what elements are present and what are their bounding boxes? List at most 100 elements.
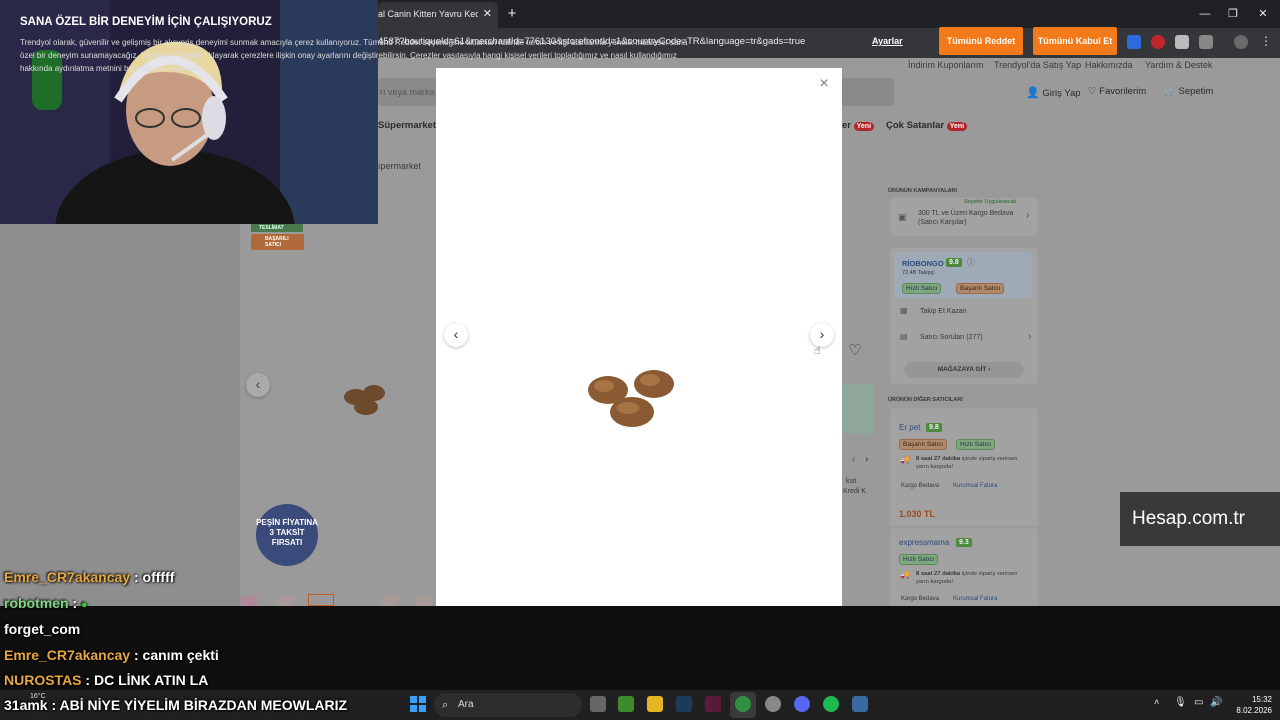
shield-icon[interactable] — [1175, 35, 1189, 49]
chevron-right-icon[interactable]: › — [865, 454, 868, 465]
app-icon[interactable] — [765, 696, 781, 712]
campaign-tag: Sepette Uygulanacak — [964, 199, 1017, 205]
seller-questions[interactable]: Satıcı Soruları (277) — [920, 334, 983, 341]
top-link[interactable]: Yardım & Destek — [1145, 60, 1212, 70]
chat-line: Emre_CR7akancay : canım çekti — [4, 647, 219, 663]
info-icon[interactable]: ⓘ — [967, 257, 975, 268]
seller-name[interactable]: Er pet — [899, 423, 920, 432]
shipping-info: 8 saat 27 dakika içinde sipariş verirsen… — [916, 456, 1018, 470]
login-link[interactable]: 👤 Giriş Yap — [1026, 86, 1081, 99]
seller-score: 9.8 — [926, 423, 942, 432]
volume-icon[interactable]: 🔊 — [1210, 697, 1222, 708]
nav-item[interactable]: er Yeni — [842, 120, 875, 131]
seller-name[interactable]: expressmama — [899, 538, 949, 547]
thumbnail[interactable] — [278, 596, 294, 606]
success-badge: BAŞARILI SATICI — [251, 234, 304, 250]
emote-icon: ● — [81, 599, 88, 611]
top-link[interactable]: Trendyol'da Satış Yap — [994, 60, 1081, 70]
extension-icon[interactable] — [1151, 35, 1165, 49]
cursor-icon: ☝ — [814, 345, 821, 357]
seller-score: 9.8 — [946, 258, 962, 267]
menu-icon[interactable]: ⋮ — [1260, 34, 1272, 48]
minimize-button[interactable]: — — [1194, 4, 1216, 24]
campaign-header: ÜRÜNÜN KAMPANYALARI — [888, 188, 958, 194]
seller-pill: Başarılı Satıcı — [899, 439, 948, 450]
seller-followers: 72,4B Takipçi — [902, 270, 935, 276]
restore-button[interactable]: ❐ — [1222, 4, 1244, 24]
app-icon[interactable] — [705, 696, 721, 712]
new-tab-button[interactable]: + — [504, 4, 520, 24]
favorites-link[interactable]: ♡ Favorilerim — [1088, 86, 1146, 97]
free-shipping-tag: Kargo Bedava — [901, 596, 940, 602]
campaign-text: 300 TL ve Üzeri Kargo Bedava (Satıcı Kar… — [918, 210, 1014, 226]
tab-title: al Canin Kitten Yavru Kedi M — [378, 9, 478, 19]
other-seller-card[interactable]: expressmama 9.3 Hızlı Satıcı 🚚 8 saat 27… — [890, 528, 1038, 606]
cart-icon: 🛒 — [1164, 86, 1176, 97]
truck-icon: 🚚 — [900, 455, 910, 464]
windows-start-icon[interactable] — [410, 696, 426, 712]
cookie-settings-link[interactable]: Ayarlar — [872, 36, 903, 46]
new-badge: Yeni — [853, 122, 875, 131]
top-link[interactable]: Hakkımızda — [1085, 60, 1133, 70]
taskview-icon[interactable] — [590, 696, 606, 712]
go-store-button[interactable]: MAĞAZAYA GİT › — [904, 362, 1024, 378]
favorite-heart-icon[interactable]: ♡ — [844, 340, 866, 362]
seller-pill: Hızlı Satıcı — [956, 439, 996, 450]
nav-bestsellers[interactable]: Çok Satanlar Yeni — [886, 120, 968, 131]
seller-pill: Hızlı Satıcı — [899, 554, 939, 565]
cookie-title: SANA ÖZEL BİR DENEYİM İÇİN ÇALIŞIYORUZ — [20, 16, 272, 28]
success-seller-pill: Başarılı Satıcı — [956, 283, 1005, 294]
shipping-info: 8 saat 27 dakika içinde sipariş verirsen… — [916, 571, 1018, 585]
truck-icon: 🚚 — [900, 570, 910, 579]
close-icon[interactable]: × — [816, 76, 832, 92]
delivery-badge: TESLİMAT — [251, 224, 303, 232]
browser-tab[interactable]: al Canin Kitten Yavru Kedi M ✕ — [378, 2, 498, 28]
thumbnail[interactable] — [416, 596, 432, 606]
chat-line: NUROSTAS : DC LİNK ATIN LA — [4, 672, 209, 688]
campaign-card[interactable]: Sepette Uygulanacak ▣ 300 TL ve Üzeri Ka… — [890, 198, 1038, 236]
chrome-icon[interactable] — [735, 696, 751, 712]
network-icon[interactable]: ▭ — [1194, 697, 1203, 708]
webcam-overlay — [0, 0, 378, 224]
other-seller-card[interactable]: Er pet 9.8 Başarılı Satıcı Hızlı Satıcı … — [890, 408, 1038, 526]
product-image — [580, 360, 688, 440]
tray-chevron-icon[interactable]: ˄ — [1154, 697, 1159, 707]
thumbnail[interactable] — [242, 596, 258, 606]
mic-icon[interactable]: 🎙 — [1174, 697, 1187, 708]
cart-link[interactable]: 🛒 Sepetim — [1164, 86, 1213, 97]
accept-all-button[interactable]: Tümünü Kabul Et — [1033, 27, 1117, 55]
chat-line: Emre_CR7akancay : offfff — [4, 569, 175, 585]
spotify-icon[interactable] — [823, 696, 839, 712]
taskbar-clock[interactable]: 15:32 8.02.2026 — [1222, 694, 1272, 716]
invoice-tag: Kurumsal Fatura — [953, 483, 998, 489]
top-link[interactable]: İndirim Kuponlarım — [908, 60, 984, 70]
minecraft-icon[interactable] — [618, 696, 634, 712]
gallery-prev-button[interactable]: ‹ — [246, 373, 270, 397]
seller-card: RİOBONGO 9.8 ⓘ 72,4B Takipçi Hızlı Satıc… — [890, 248, 1038, 384]
breadcrumb[interactable]: ıpermarket — [378, 161, 421, 171]
chevron-left-icon[interactable]: ‹ — [852, 454, 855, 465]
seller-score: 9.3 — [956, 538, 972, 547]
other-sellers-header: ÜRÜNÜN DİĞER SATICILARI — [888, 397, 963, 403]
image-modal: × ‹ › ☝ — [436, 68, 842, 606]
seller-name[interactable]: RİOBONGO — [902, 259, 944, 268]
profile-avatar[interactable] — [1234, 35, 1248, 49]
reject-all-button[interactable]: Tümünü Reddet — [939, 27, 1023, 55]
thumbnail-selected[interactable] — [308, 594, 334, 606]
window-close-button[interactable]: ✕ — [1252, 4, 1274, 24]
extension-icon[interactable] — [1127, 35, 1141, 49]
folder-icon[interactable] — [647, 696, 663, 712]
modal-prev-button[interactable]: ‹ — [444, 323, 468, 347]
discord-icon[interactable] — [794, 696, 810, 712]
puzzle-icon[interactable] — [1199, 35, 1213, 49]
promo-sticker: PEŞİN FİYATINA 3 TAKSİT FIRSATI — [256, 504, 318, 566]
tab-close-icon[interactable]: ✕ — [483, 2, 492, 26]
steam-icon[interactable] — [676, 696, 692, 712]
thumbnail[interactable] — [382, 596, 398, 606]
chat-line: forget_com — [4, 621, 81, 637]
follow-earn[interactable]: Takip Et Kazan — [920, 308, 967, 315]
taskbar-search[interactable]: ⌕ Ara — [434, 693, 582, 717]
watermark-logo: Hesap.com.tr — [1120, 492, 1280, 546]
app-icon[interactable] — [852, 696, 868, 712]
nav-supermarket[interactable]: Süpermarket — [378, 120, 436, 131]
